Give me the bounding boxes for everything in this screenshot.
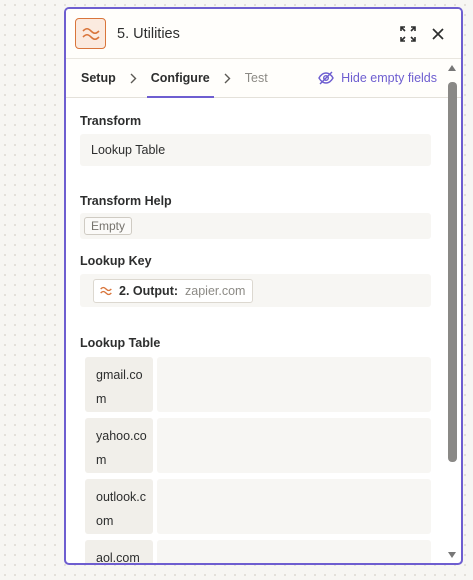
table-row: outlook.com [85, 479, 431, 534]
transform-help-label: Transform Help [80, 194, 172, 208]
step-tabs: Setup Configure Test Hide empty fields [66, 59, 461, 98]
table-row: aol.com [85, 540, 431, 563]
step-title: 5. Utilities [117, 25, 180, 42]
scroll-down-arrow-icon[interactable] [448, 552, 456, 558]
expand-button[interactable] [395, 21, 421, 47]
field-list: Transform Lookup Table Transform Help Em… [66, 98, 447, 563]
tab-setup[interactable]: Setup [77, 59, 120, 97]
tab-test[interactable]: Test [241, 59, 272, 97]
lookup-value-cell[interactable] [157, 418, 431, 473]
lookup-key-cell[interactable]: outlook.com [85, 479, 153, 534]
chevron-right-icon [120, 59, 147, 97]
table-row: gmail.com [85, 357, 431, 412]
lookup-table-label: Lookup Table [80, 336, 161, 350]
vertical-scrollbar[interactable] [447, 60, 458, 563]
chevron-right-icon [214, 59, 241, 97]
lookup-key-cell[interactable]: yahoo.com [85, 418, 153, 473]
transform-value: Lookup Table [91, 143, 166, 157]
transform-label: Transform [80, 114, 142, 128]
close-button[interactable] [425, 21, 451, 47]
hide-empty-fields-label: Hide empty fields [341, 71, 437, 85]
step-editor-panel: 5. Utilities Setup Configure Test Hide e… [64, 7, 463, 565]
lookup-key-field[interactable]: 2. Output: zapier.com [80, 274, 431, 307]
transform-help-field: Empty [80, 213, 431, 239]
empty-tag: Empty [84, 217, 133, 235]
eye-off-icon [318, 71, 334, 85]
transform-wave-icon [100, 286, 112, 295]
lookup-value-cell[interactable] [157, 540, 431, 563]
transform-select[interactable]: Lookup Table [80, 134, 431, 166]
scroll-up-arrow-icon[interactable] [448, 65, 456, 71]
close-icon [432, 27, 444, 40]
scrollbar-thumb[interactable] [448, 82, 457, 462]
hide-empty-fields-button[interactable]: Hide empty fields [318, 59, 437, 97]
lookup-key-cell[interactable]: gmail.com [85, 357, 153, 412]
mapped-field-pill[interactable]: 2. Output: zapier.com [93, 278, 254, 303]
tab-configure[interactable]: Configure [146, 59, 214, 98]
expand-icon [400, 25, 416, 42]
transform-wave-icon [75, 18, 106, 49]
lookup-value-cell[interactable] [157, 479, 431, 534]
lookup-table: gmail.com yahoo.com outlook.com aol.com [80, 357, 431, 563]
lookup-key-label: Lookup Key [80, 254, 152, 268]
panel-header: 5. Utilities [66, 9, 461, 59]
lookup-value-cell[interactable] [157, 357, 431, 412]
lookup-key-cell[interactable]: aol.com [85, 540, 153, 563]
pill-step-label: 2. Output: [119, 283, 179, 298]
pill-value: zapier.com [185, 283, 246, 298]
table-row: yahoo.com [85, 418, 431, 473]
